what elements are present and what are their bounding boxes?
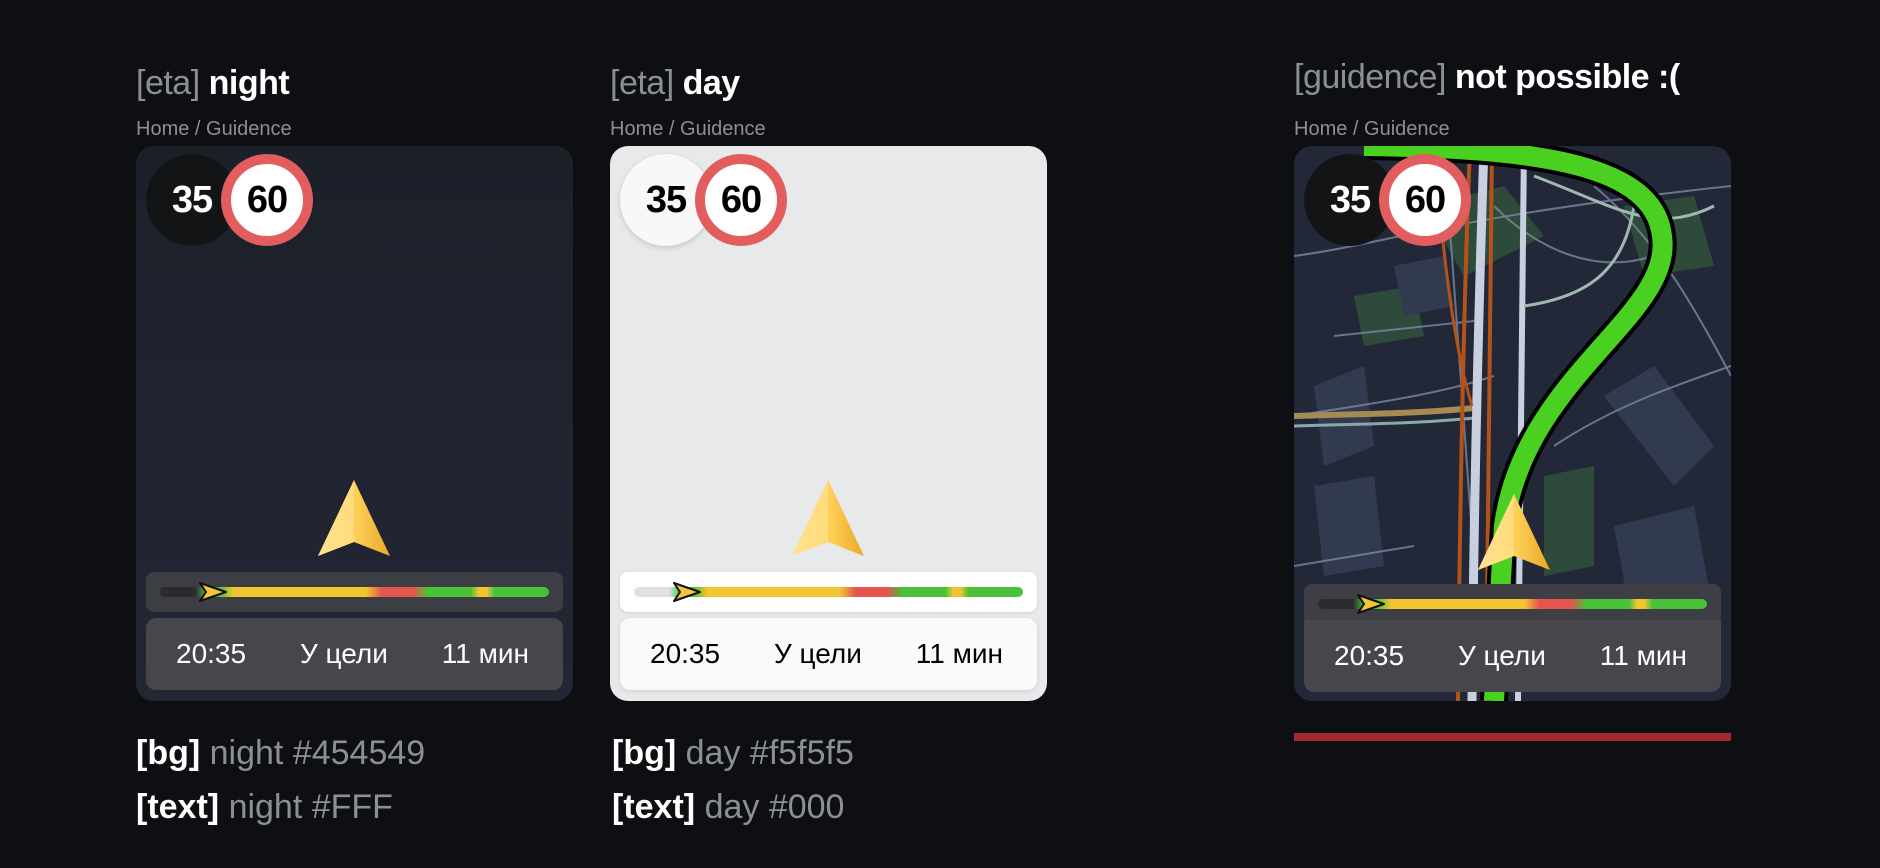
title-word: day [682,64,741,102]
title-bracket: [eta] [136,64,200,102]
design-spec-board: [eta] night Home / Guidence 35 60 20:35 … [0,0,1880,868]
remaining-duration: 11 мин [915,638,1003,669]
note-tag: [bg] [136,734,201,772]
position-arrow-icon [1357,594,1385,614]
arrival-status: У цели [1457,640,1546,671]
speed-limit-sign: 60 [221,154,313,246]
arrival-time: 20:35 [650,638,721,669]
day-column-title: [eta] day [610,64,740,103]
eta-panel-day: 35 60 20:35 У цели 11 мин [610,146,1047,701]
night-text-note: [text] night #FFF [136,788,393,827]
breadcrumb[interactable]: Home / Guidence [136,118,292,141]
map-guidance-panel: 35 60 20:35 У цели 11 мин [1294,146,1731,701]
speed-limit-sign: 60 [1379,154,1471,246]
guidance-column-title: [guidence] not possible :( [1294,58,1680,97]
arrival-time: 20:35 [176,638,247,669]
breadcrumb[interactable]: Home / Guidence [1294,118,1450,141]
arrival-time: 20:35 [1334,640,1405,671]
night-column-title: [eta] night [136,64,290,103]
day-text-note: [text] day #000 [612,788,844,827]
route-progress-bar [1304,584,1721,624]
remaining-duration: 11 мин [441,638,529,669]
night-bg-note: [bg] night #454549 [136,734,425,773]
arrival-status: У цели [299,638,388,669]
title-word: night [208,64,290,102]
note-tag: [text] [136,788,220,826]
eta-card[interactable]: 20:35 У цели 11 мин [1304,620,1721,692]
navigation-arrow-icon [318,480,390,556]
breadcrumb[interactable]: Home / Guidence [610,118,766,141]
navigation-arrow-icon [1478,494,1550,570]
note-value: day #f5f5f5 [685,734,854,772]
error-indicator-line [1294,733,1731,741]
eta-card[interactable]: 20:35 У цели 11 мин [620,618,1037,690]
note-value: day #000 [704,788,845,826]
arrival-status: У цели [773,638,862,669]
note-value: night #454549 [209,734,426,772]
navigation-arrow-icon [792,480,864,556]
position-arrow-icon [673,582,701,602]
route-progress-bar [146,572,563,612]
note-tag: [text] [612,788,696,826]
day-bg-note: [bg] day #f5f5f5 [612,734,854,773]
building [1604,366,1714,486]
eta-card[interactable]: 20:35 У цели 11 мин [146,618,563,690]
remaining-duration: 11 мин [1599,640,1687,671]
eta-panel-night: 35 60 20:35 У цели 11 мин [136,146,573,701]
title-bracket: [guidence] [1294,58,1446,96]
position-arrow-icon [199,582,227,602]
note-tag: [bg] [612,734,677,772]
speed-limit-sign: 60 [695,154,787,246]
title-word: not possible :( [1454,58,1680,96]
note-value: night #FFF [228,788,393,826]
route-progress-bar [620,572,1037,612]
title-bracket: [eta] [610,64,674,102]
